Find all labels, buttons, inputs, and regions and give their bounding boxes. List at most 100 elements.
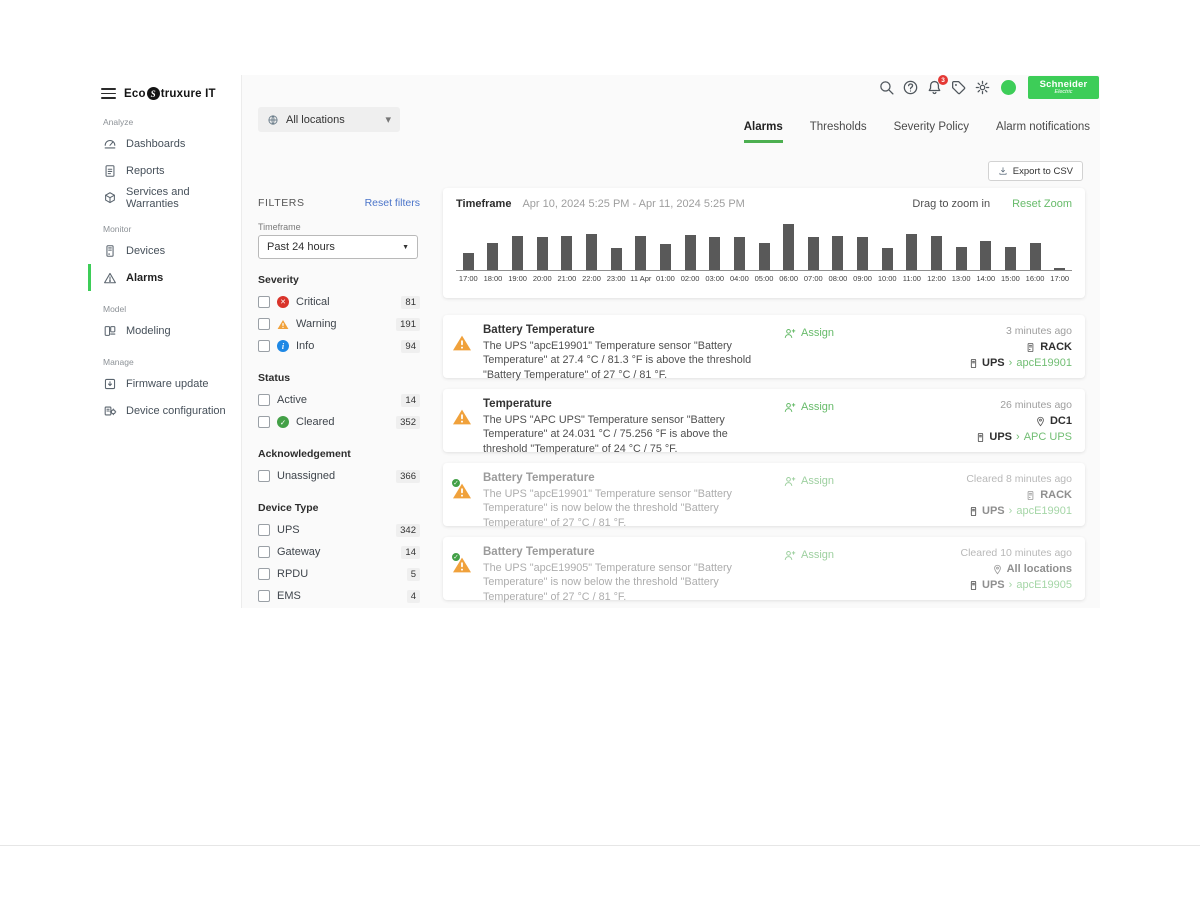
filter-option-unassigned[interactable]: Unassigned366 bbox=[258, 465, 420, 487]
select-caret-icon: ▼ bbox=[402, 244, 409, 251]
filter-option-warning[interactable]: Warning191 bbox=[258, 313, 420, 335]
tag-icon[interactable] bbox=[950, 79, 967, 96]
sidebar-item-devices[interactable]: Devices bbox=[88, 237, 241, 264]
alarm-list: Battery Temperature The UPS "apcE19901" … bbox=[443, 315, 1085, 600]
info-icon: i bbox=[277, 340, 289, 352]
count-badge: 352 bbox=[396, 416, 420, 429]
alarm-history-chart[interactable]: 17:0018:0019:0020:0021:0022:0023:0011 Ap… bbox=[456, 219, 1072, 283]
tab-thresholds[interactable]: Thresholds bbox=[810, 121, 867, 143]
checkbox[interactable] bbox=[258, 590, 270, 602]
filter-option-critical[interactable]: ✕Critical81 bbox=[258, 291, 420, 313]
alarm-card[interactable]: Battery Temperature The UPS "apcE19901" … bbox=[443, 315, 1085, 378]
rack-icon bbox=[1025, 342, 1036, 353]
location-label: All locations bbox=[286, 114, 345, 126]
checkbox[interactable] bbox=[258, 546, 270, 558]
chart-bar bbox=[481, 243, 506, 270]
search-icon[interactable] bbox=[878, 79, 895, 96]
checkbox[interactable] bbox=[258, 416, 270, 428]
sidebar-item-reports[interactable]: Reports bbox=[88, 157, 241, 184]
alarm-location[interactable]: DC1 bbox=[1035, 415, 1072, 427]
filter-option-ems[interactable]: EMS4 bbox=[258, 585, 420, 607]
axis-tick-label: 08:00 bbox=[826, 271, 851, 283]
timeframe-select[interactable]: Past 24 hours ▼ bbox=[258, 235, 418, 259]
alarm-card[interactable]: Battery Temperature The UPS "apcE19901" … bbox=[443, 463, 1085, 526]
filter-option-rpdu[interactable]: RPDU5 bbox=[258, 563, 420, 585]
tab-severity-policy[interactable]: Severity Policy bbox=[894, 121, 969, 143]
axis-tick-label: 11 Apr bbox=[628, 271, 653, 283]
timeframe-filter-label: Timeframe bbox=[258, 222, 420, 232]
ups-icon bbox=[975, 432, 986, 443]
axis-tick-label: 17:00 bbox=[456, 271, 481, 283]
assign-button[interactable]: Assign bbox=[783, 397, 834, 444]
alarm-card[interactable]: Temperature The UPS "APC UPS" Temperatur… bbox=[443, 389, 1085, 452]
checkbox[interactable] bbox=[258, 394, 270, 406]
assign-button[interactable]: Assign bbox=[783, 323, 834, 370]
checkbox[interactable] bbox=[258, 568, 270, 580]
export-csv-button[interactable]: Export to CSV bbox=[988, 161, 1083, 181]
chart-bar bbox=[579, 234, 604, 270]
assign-button[interactable]: Assign bbox=[783, 471, 834, 518]
axis-tick-label: 06:00 bbox=[776, 271, 801, 283]
device-link[interactable]: apcE19901 bbox=[1016, 505, 1072, 517]
checkbox[interactable] bbox=[258, 296, 270, 308]
device-link[interactable]: apcE19901 bbox=[1016, 357, 1072, 369]
filters-panel: FILTERS Reset filters Timeframe Past 24 … bbox=[258, 197, 420, 609]
warning-triangle-icon bbox=[452, 323, 483, 370]
filter-option-cleared[interactable]: ✓Cleared352 bbox=[258, 411, 420, 433]
cleared-check-icon bbox=[451, 552, 461, 562]
critical-icon: ✕ bbox=[277, 296, 289, 308]
axis-tick-label: 09:00 bbox=[850, 271, 875, 283]
sidebar: EcoStruxure IT AnalyzeDashboardsReportsS… bbox=[88, 75, 242, 608]
filter-option-active[interactable]: Active14 bbox=[258, 389, 420, 411]
count-badge: 81 bbox=[401, 296, 420, 309]
help-icon[interactable] bbox=[902, 79, 919, 96]
settings-gear-icon[interactable] bbox=[974, 79, 991, 96]
sidebar-item-firmware-update[interactable]: Firmware update bbox=[88, 370, 241, 397]
axis-tick-label: 02:00 bbox=[678, 271, 703, 283]
chart-bar bbox=[628, 236, 653, 270]
timeframe-card: Timeframe Apr 10, 2024 5:25 PM - Apr 11,… bbox=[443, 188, 1085, 298]
filter-option-ups[interactable]: UPS342 bbox=[258, 519, 420, 541]
alarm-description: The UPS "apcE19901" Temperature sensor "… bbox=[483, 339, 775, 382]
chart-bar bbox=[604, 248, 629, 270]
count-badge: 14 bbox=[401, 546, 420, 559]
sidebar-item-services-and-warranties[interactable]: Services and Warranties bbox=[88, 184, 241, 211]
location-selector[interactable]: All locations ▾ bbox=[258, 107, 400, 132]
axis-tick-label: 10:00 bbox=[875, 271, 900, 283]
device-link[interactable]: apcE19905 bbox=[1016, 579, 1072, 591]
schneider-logo[interactable]: Schneider Electric bbox=[1028, 76, 1099, 99]
alarm-location[interactable]: All locations bbox=[992, 563, 1072, 575]
checkbox[interactable] bbox=[258, 524, 270, 536]
chart-bar bbox=[653, 244, 678, 270]
pin-icon bbox=[1035, 416, 1046, 427]
filter-option-gateway[interactable]: Gateway14 bbox=[258, 541, 420, 563]
alarm-location[interactable]: RACK bbox=[1025, 341, 1072, 353]
sidebar-item-dashboards[interactable]: Dashboards bbox=[88, 130, 241, 157]
chart-bars bbox=[456, 219, 1072, 271]
alarm-location[interactable]: RACK bbox=[1025, 489, 1072, 501]
filter-option-info[interactable]: iInfo94 bbox=[258, 335, 420, 357]
checkbox[interactable] bbox=[258, 340, 270, 352]
sidebar-item-alarms[interactable]: Alarms bbox=[88, 264, 241, 291]
checkbox[interactable] bbox=[258, 318, 270, 330]
sidebar-item-modeling[interactable]: Modeling bbox=[88, 317, 241, 344]
user-avatar[interactable] bbox=[1001, 80, 1016, 95]
assign-button[interactable]: Assign bbox=[783, 545, 834, 592]
alarm-card[interactable]: Battery Temperature The UPS "apcE19905" … bbox=[443, 537, 1085, 600]
count-badge: 4 bbox=[407, 590, 420, 603]
reset-zoom-link[interactable]: Reset Zoom bbox=[1012, 198, 1072, 210]
alarm-timestamp: 3 minutes ago bbox=[1006, 325, 1072, 337]
notifications-bell-icon[interactable]: 3 bbox=[926, 79, 943, 96]
chart-bar bbox=[505, 236, 530, 270]
device-link[interactable]: APC UPS bbox=[1024, 431, 1072, 443]
chart-axis-labels: 17:0018:0019:0020:0021:0022:0023:0011 Ap… bbox=[456, 271, 1072, 283]
ups-icon bbox=[968, 506, 979, 517]
checkbox[interactable] bbox=[258, 470, 270, 482]
menu-icon[interactable] bbox=[101, 88, 116, 99]
tab-alarms[interactable]: Alarms bbox=[744, 121, 783, 143]
reset-filters-link[interactable]: Reset filters bbox=[365, 197, 420, 209]
sidebar-item-device-configuration[interactable]: Device configuration bbox=[88, 397, 241, 424]
tab-alarm-notifications[interactable]: Alarm notifications bbox=[996, 121, 1090, 143]
axis-tick-label: 11:00 bbox=[900, 271, 925, 283]
filter-option-crac[interactable]: CRAC1 bbox=[258, 607, 420, 609]
